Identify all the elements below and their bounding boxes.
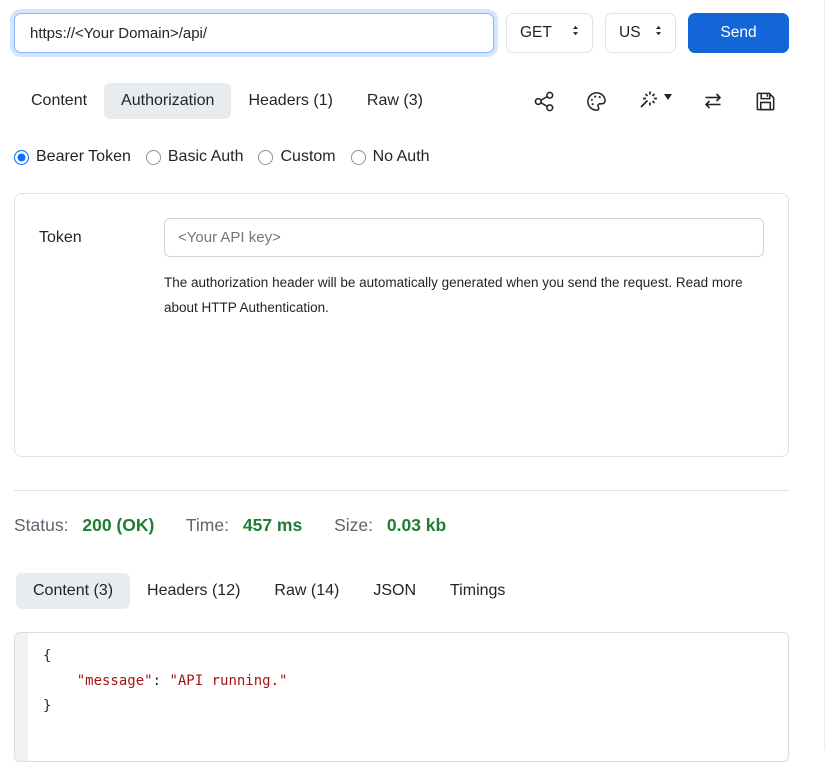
size-value: 0.03 kb [387,515,446,535]
status-value: 200 (OK) [82,515,154,535]
save-icon[interactable] [754,90,777,113]
toolbar [533,89,789,113]
swap-arrows-icon[interactable] [701,89,725,113]
token-input[interactable] [164,218,764,257]
request-tabs-row: Content Authorization Headers (1) Raw (3… [14,83,789,119]
auth-options: Bearer Token Basic Auth Custom No Auth [14,148,789,166]
tab-content[interactable]: Content [14,83,104,119]
tab-response-timings[interactable]: Timings [433,573,522,609]
token-help-text: The authorization header will be automat… [164,270,749,320]
token-label: Token [39,229,164,247]
code-close-brace: } [43,698,51,714]
region-select[interactable]: US [605,13,676,53]
code-key: "message" [77,673,153,689]
method-select-value: GET [520,24,552,42]
time-label: Time: [186,515,229,535]
request-bar: GET US Send [14,0,789,53]
token-panel: Token The authorization header will be a… [14,193,789,457]
request-tabs: Content Authorization Headers (1) Raw (3… [14,83,440,119]
radio-label: No Auth [373,148,430,166]
radio-label: Basic Auth [168,148,244,166]
chevron-down-icon [664,94,672,100]
tab-raw[interactable]: Raw (3) [350,83,440,119]
size-label: Size: [334,515,373,535]
tab-headers[interactable]: Headers (1) [231,83,349,119]
code-separator: : [153,673,170,689]
radio-checked-icon [14,150,29,165]
radio-basic-auth[interactable]: Basic Auth [146,148,244,166]
code-open-brace: { [43,648,51,664]
tab-response-headers[interactable]: Headers (12) [130,573,257,609]
updown-arrows-icon [568,23,583,43]
section-divider [14,490,789,491]
response-summary: Status: 200 (OK) Time: 457 ms Size: 0.03… [14,515,789,536]
share-icon[interactable] [533,90,556,113]
palette-icon[interactable] [585,90,608,113]
code-value: "API running." [169,673,287,689]
radio-label: Custom [280,148,335,166]
url-input[interactable] [14,13,494,53]
response-json-code: { "message": "API running." } [28,633,287,761]
time-value: 457 ms [243,515,302,535]
response-tabs: Content (3) Headers (12) Raw (14) JSON T… [16,573,789,609]
radio-label: Bearer Token [36,148,131,166]
code-indent [43,673,77,689]
radio-custom[interactable]: Custom [258,148,335,166]
response-body-panel: { "message": "API running." } [14,632,789,762]
api-client-page: GET US Send [0,0,825,750]
region-select-value: US [619,24,641,42]
radio-unchecked-icon [258,150,273,165]
radio-unchecked-icon [351,150,366,165]
status-label: Status: [14,515,68,535]
send-button[interactable]: Send [688,13,789,53]
radio-unchecked-icon [146,150,161,165]
method-select[interactable]: GET [506,13,593,53]
radio-no-auth[interactable]: No Auth [351,148,430,166]
magic-wand-dropdown-icon[interactable] [637,89,672,113]
tab-authorization[interactable]: Authorization [104,83,231,119]
updown-arrows-icon [651,23,666,43]
code-gutter [15,633,28,761]
radio-bearer-token[interactable]: Bearer Token [14,148,131,166]
tab-response-content[interactable]: Content (3) [16,573,130,609]
tab-response-json[interactable]: JSON [356,573,433,609]
tab-response-raw[interactable]: Raw (14) [257,573,356,609]
